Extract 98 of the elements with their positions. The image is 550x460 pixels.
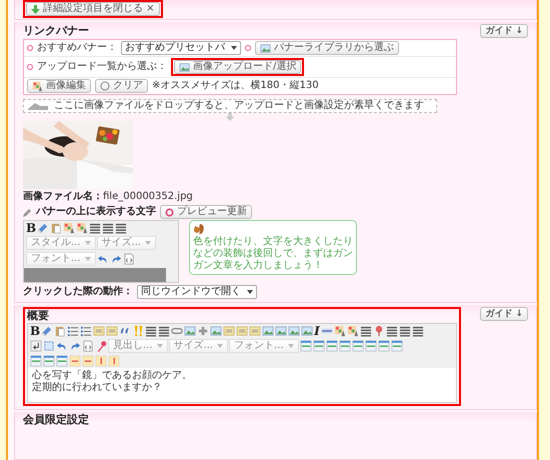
edit-image-button[interactable]: 画像編集 bbox=[27, 79, 91, 93]
table-icon[interactable] bbox=[378, 340, 390, 352]
list-icon[interactable] bbox=[80, 325, 92, 337]
align-icon[interactable] bbox=[89, 222, 102, 234]
click-action-select[interactable]: 同じウインドウで開く bbox=[137, 285, 257, 299]
clear-icon bbox=[100, 81, 110, 91]
bold-button[interactable]: B bbox=[26, 222, 36, 234]
bold-button[interactable]: B bbox=[30, 325, 40, 337]
size-note: ※オススメサイズは、横180・縦130 bbox=[152, 80, 319, 92]
drag-icon bbox=[28, 101, 48, 111]
down-arrow-icon bbox=[31, 4, 40, 14]
clipboard-icon[interactable] bbox=[54, 325, 66, 337]
align-icon[interactable] bbox=[412, 325, 424, 337]
caret-icon bbox=[84, 241, 91, 245]
section-title: 会員限定設定 bbox=[23, 413, 89, 426]
table-icon[interactable] bbox=[364, 340, 377, 352]
document-icon[interactable] bbox=[106, 325, 118, 337]
italic-button[interactable]: I bbox=[314, 325, 320, 337]
field-label: バナーの上に表示する文字 bbox=[36, 206, 156, 218]
image-icon[interactable] bbox=[179, 62, 190, 72]
guide-button[interactable]: ガイド ↓ bbox=[480, 24, 528, 38]
bar-icon[interactable] bbox=[108, 355, 120, 367]
image-icon[interactable] bbox=[262, 325, 274, 337]
document-icon[interactable] bbox=[236, 325, 248, 337]
drop-zone[interactable]: ここに画像ファイルをドロップすると、アップロードと画像設定が素早くできます bbox=[23, 99, 437, 113]
align-icon[interactable] bbox=[360, 325, 372, 337]
field-label: クリックした際の動作： bbox=[23, 286, 133, 298]
close-details-button[interactable]: 詳細設定項目を閉じる × bbox=[26, 2, 160, 16]
select-all-icon[interactable] bbox=[43, 340, 55, 352]
align-icon[interactable] bbox=[102, 222, 114, 234]
color-icon[interactable] bbox=[32, 80, 43, 92]
bullet-icon bbox=[27, 64, 33, 70]
table-icon[interactable] bbox=[312, 340, 325, 352]
document-icon[interactable] bbox=[93, 325, 106, 337]
source-icon[interactable] bbox=[122, 253, 135, 265]
eraser-icon[interactable] bbox=[37, 222, 50, 234]
caret-icon bbox=[84, 257, 91, 261]
document-icon[interactable] bbox=[223, 325, 236, 337]
source-icon[interactable] bbox=[82, 340, 94, 352]
caret-icon bbox=[231, 46, 237, 50]
refresh-icon bbox=[165, 208, 174, 216]
color-icon[interactable] bbox=[63, 222, 76, 234]
pencil-icon bbox=[23, 208, 32, 216]
preview-button[interactable]: プレビュー更新 bbox=[160, 205, 252, 219]
color-icon[interactable] bbox=[334, 325, 346, 337]
align-icon[interactable] bbox=[145, 325, 158, 337]
table-icon[interactable] bbox=[56, 355, 68, 367]
redo-icon[interactable] bbox=[69, 340, 81, 352]
section-title: 概要 bbox=[27, 310, 50, 322]
drop-hint: ここに画像ファイルをドロップすると、アップロードと画像設定が素早くできます bbox=[54, 100, 424, 112]
tip-text: 色を付けたり、文字を大きくしたりなどの装飾は後回しで、まずはガンガン文章を入力しましょう！ bbox=[193, 236, 353, 272]
table-icon[interactable] bbox=[326, 340, 338, 352]
document-icon[interactable] bbox=[249, 325, 262, 337]
summary-text[interactable]: 心を写す「鏡」であるお顔のケア。 定期的に行われていますか？ bbox=[28, 368, 456, 402]
link-icon[interactable] bbox=[171, 325, 184, 337]
caret-icon bbox=[217, 344, 224, 348]
caret-icon bbox=[247, 290, 253, 294]
clipboard-icon[interactable] bbox=[50, 222, 62, 234]
list-icon[interactable] bbox=[67, 325, 80, 337]
clear-button[interactable]: クリア bbox=[95, 79, 148, 93]
section-title: リンクバナー bbox=[23, 25, 89, 37]
color-icon[interactable] bbox=[346, 325, 359, 337]
align-icon[interactable] bbox=[386, 325, 398, 337]
file-name: 画像ファイル名：file_00000352.jpg bbox=[23, 191, 193, 203]
minus-icon[interactable] bbox=[69, 355, 81, 367]
align-icon[interactable] bbox=[398, 325, 411, 337]
field-label: おすすめバナー： bbox=[37, 42, 117, 54]
image-icon[interactable] bbox=[210, 325, 222, 337]
bullet-icon bbox=[27, 45, 33, 51]
caret-icon bbox=[156, 344, 163, 348]
table-icon[interactable] bbox=[338, 340, 351, 352]
library-button[interactable]: バナーライブラリから選ぶ bbox=[255, 41, 399, 55]
plus-icon[interactable] bbox=[197, 325, 210, 337]
bullet-icon bbox=[245, 45, 251, 51]
image-icon[interactable] bbox=[301, 325, 314, 337]
image-icon[interactable] bbox=[184, 325, 196, 337]
undo-icon[interactable] bbox=[56, 340, 68, 352]
preset-select[interactable]: おすすめプリセットバ bbox=[121, 41, 241, 55]
table-icon[interactable] bbox=[300, 340, 312, 352]
guide-button[interactable]: ガイド ↓ bbox=[480, 307, 528, 321]
color-icon[interactable] bbox=[76, 222, 88, 234]
down-arrow-icon bbox=[225, 113, 235, 121]
table-icon[interactable] bbox=[352, 340, 364, 352]
field-label: アップロード一覧から選ぶ： bbox=[37, 61, 167, 73]
image-icon[interactable] bbox=[260, 42, 271, 54]
upload-button[interactable]: 画像アップロード/選択 bbox=[174, 60, 302, 74]
undo-icon[interactable] bbox=[96, 253, 109, 265]
minus-icon[interactable] bbox=[82, 355, 94, 367]
caret-icon bbox=[145, 241, 152, 245]
return-icon[interactable] bbox=[30, 340, 42, 352]
bar-icon[interactable] bbox=[95, 355, 107, 367]
align-icon[interactable] bbox=[158, 325, 170, 337]
table-icon[interactable] bbox=[390, 340, 403, 352]
redo-icon[interactable] bbox=[110, 253, 122, 265]
image-icon[interactable] bbox=[288, 325, 300, 337]
align-icon[interactable] bbox=[115, 222, 128, 234]
caret-icon bbox=[288, 344, 294, 348]
image-icon[interactable] bbox=[275, 325, 288, 337]
